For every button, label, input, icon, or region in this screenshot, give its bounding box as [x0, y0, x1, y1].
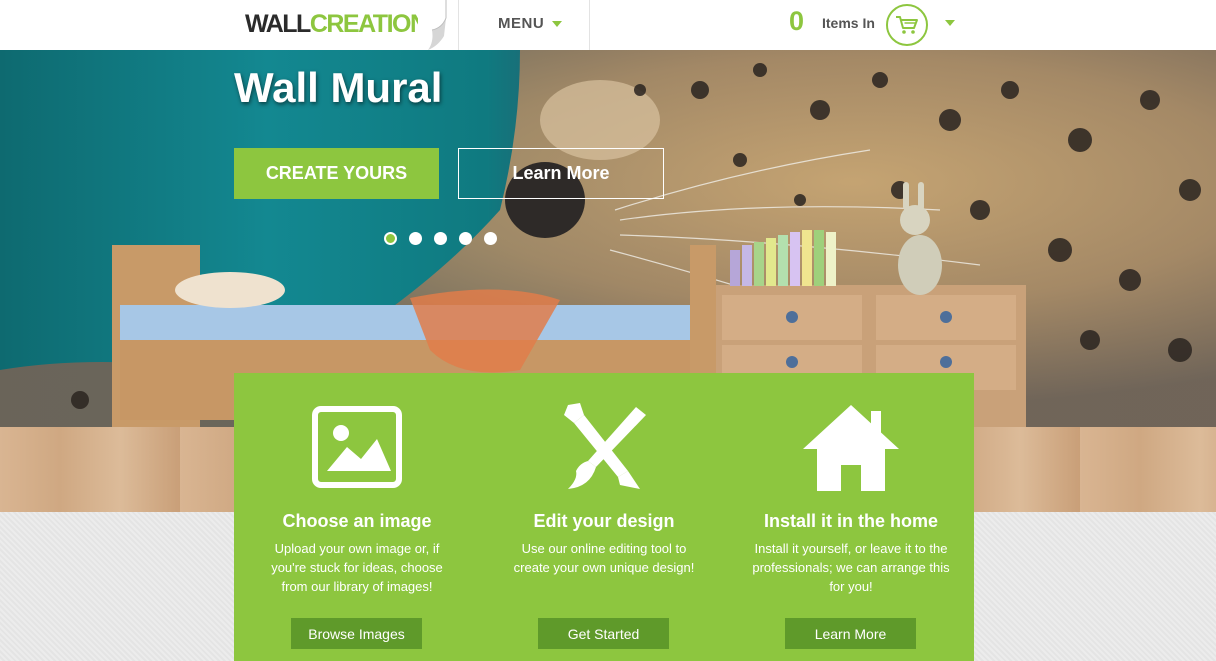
shopping-cart-icon [896, 16, 918, 34]
house-icon [803, 405, 899, 491]
logo-text-wall: WALL [245, 10, 311, 38]
install-learn-more-button[interactable]: Learn More [785, 618, 916, 649]
create-yours-button[interactable]: CREATE YOURS [234, 148, 439, 199]
carousel-dot[interactable] [459, 232, 472, 245]
chevron-down-icon [552, 21, 563, 28]
page-curl-icon [418, 0, 447, 50]
cart-count: 0 [789, 6, 805, 36]
carousel-dot[interactable] [484, 232, 497, 245]
get-started-button[interactable]: Get Started [538, 618, 669, 649]
carousel-dots [384, 232, 497, 245]
hero-title: Wall Mural [234, 64, 443, 111]
carousel-dot[interactable] [409, 232, 422, 245]
menu-dropdown[interactable]: MENU [498, 15, 563, 32]
brush-pen-icon [564, 403, 646, 489]
browse-images-button[interactable]: Browse Images [291, 618, 422, 649]
cart-label: Items In [822, 15, 875, 31]
feature-title: Install it in the home [763, 511, 938, 531]
feature-description: Upload your own image or, if you're stuc… [271, 541, 443, 594]
feature-title: Edit your design [533, 511, 675, 531]
carousel-dot[interactable] [384, 232, 397, 245]
site-logo[interactable]: WALLCREATIONS [245, 9, 443, 39]
menu-label: MENU [498, 15, 545, 32]
cart-button[interactable] [886, 4, 928, 46]
header-divider [589, 0, 590, 50]
feature-title: Choose an image [282, 511, 432, 531]
how-it-works-panel: Choose an image Upload your own image or… [234, 373, 974, 661]
site-header: WALLCREATIONS MENU 0 Items In [0, 0, 1216, 50]
feature-description: Install it yourself, or leave it to the … [752, 541, 950, 594]
learn-more-button[interactable]: Learn More [458, 148, 664, 199]
carousel-dot[interactable] [434, 232, 447, 245]
cart-dropdown-chevron-icon[interactable] [945, 20, 955, 26]
header-divider [458, 0, 459, 50]
image-icon [312, 406, 402, 488]
feature-description: Use our online editing tool to create yo… [513, 541, 695, 575]
